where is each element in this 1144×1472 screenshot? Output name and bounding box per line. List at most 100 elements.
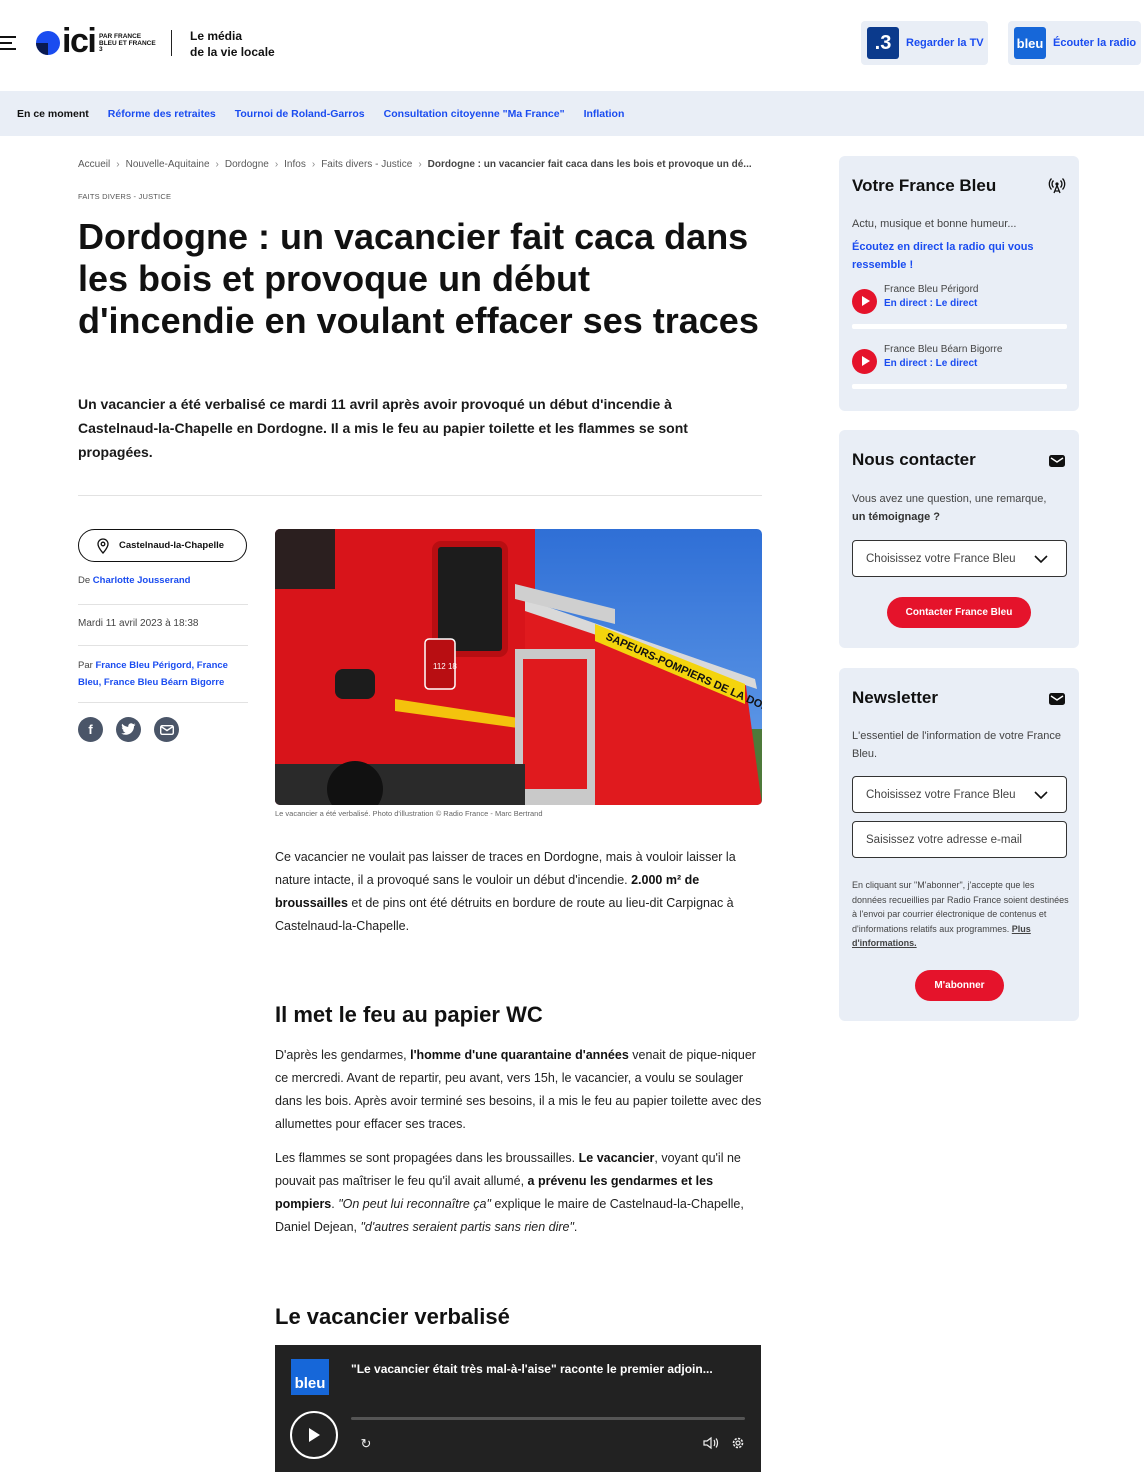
contact-station-select[interactable]: Choisissez votre France Bleu [852, 540, 1067, 577]
divider [78, 645, 248, 646]
text-run: Les flammes se sont propagées dans les b… [275, 1151, 579, 1165]
site-header: ici PAR FRANCE BLEU ET FRANCE 3 Le média… [0, 0, 1144, 91]
subscribe-button[interactable]: M'abonner [915, 970, 1004, 1001]
nav-item-roland-garros[interactable]: Tournoi de Roland-Garros [235, 108, 365, 120]
paragraph-3: Les flammes se sont propagées dans les b… [275, 1147, 762, 1239]
chevron-right-icon: › [311, 159, 316, 170]
newsletter-card-text: L'essentiel de l'information de votre Fr… [852, 730, 1062, 760]
contact-button[interactable]: Contacter France Bleu [887, 597, 1031, 628]
sources-prefix: Par [78, 660, 93, 671]
author-prefix: De [78, 575, 91, 586]
breadcrumb-current: Dordogne : un vacancier fait caca dans l… [427, 159, 752, 170]
settings-gear-icon[interactable] [730, 1436, 746, 1452]
text-run-italic: "On peut lui reconnaître ça" [338, 1197, 491, 1211]
logo-mark [36, 31, 60, 55]
audio-player: bleu "Le vacancier était très mal-à-l'ai… [275, 1345, 761, 1472]
ici-logo[interactable]: ici PAR FRANCE BLEU ET FRANCE 3 [36, 22, 156, 60]
breadcrumb: Accueil › Nouvelle-Aquitaine › Dordogne › Info… [78, 159, 762, 170]
station-name: France Bleu Béarn Bigorre [884, 344, 1003, 355]
topic-nav: En ce moment Réforme des retraites Tourn… [0, 91, 1144, 136]
breadcrumb-item[interactable]: Infos [284, 159, 306, 170]
tagline-line-2: de la vie locale [190, 45, 275, 59]
article-lead: Un vacancier a été verbalisé ce mardi 11… [78, 396, 688, 460]
station-progress [852, 324, 1067, 329]
chevron-right-icon: › [274, 159, 279, 170]
divider [78, 702, 248, 703]
nav-item-retraites[interactable]: Réforme des retraites [108, 108, 216, 120]
select-value: Choisissez votre France Bleu [866, 788, 1016, 801]
nav-item-ma-france[interactable]: Consultation citoyenne "Ma France" [384, 108, 565, 120]
facebook-icon[interactable]: f [78, 717, 103, 742]
chevron-down-icon [1034, 555, 1048, 564]
divider [78, 495, 762, 496]
location-pin-icon [97, 537, 109, 554]
text-run-italic: "d'autres seraient partis sans rien dire… [360, 1220, 574, 1234]
section-heading-2: Le vacancier verbalisé [275, 1304, 510, 1329]
location-tag[interactable]: Castelnaud-la-Chapelle [78, 529, 247, 562]
email-share-icon[interactable] [154, 717, 179, 742]
twitter-icon[interactable] [116, 717, 141, 742]
article-photo[interactable]: SAPEURS-POMPIERS DE LA DORDOGNE 112 18 [275, 529, 762, 805]
paragraph-2: D'après les gendarmes, l'homme d'une qua… [275, 1044, 762, 1136]
watch-tv-button[interactable]: .3 Regarder la TV [861, 21, 988, 65]
play-circle-icon[interactable] [852, 349, 877, 374]
station-name: France Bleu Périgord [884, 284, 979, 295]
breadcrumb-item[interactable]: Faits divers - Justice [321, 159, 412, 170]
breadcrumb-item[interactable]: Accueil [78, 159, 110, 170]
radio-card: Votre France Bleu Actu, musique et bonne… [839, 156, 1079, 411]
chevron-right-icon: › [418, 159, 422, 170]
chevron-right-icon: › [116, 159, 120, 170]
location-label: Castelnaud-la-Chapelle [119, 540, 225, 551]
play-icon [309, 1428, 320, 1442]
station-row-perigord[interactable]: France Bleu Périgord En direct : Le dire… [852, 284, 1067, 332]
audio-progress-bar[interactable] [351, 1417, 745, 1420]
logo-word: ici [62, 22, 97, 60]
breadcrumb-item[interactable]: Dordogne [225, 159, 269, 170]
listen-radio-label: Écouter la radio [1053, 37, 1137, 49]
volume-icon[interactable] [703, 1436, 719, 1452]
broadcast-icon [1048, 178, 1066, 194]
truck-phone: 112 18 [433, 662, 457, 671]
watch-tv-label: Regarder la TV [906, 37, 984, 49]
station-live: En direct : Le direct [884, 358, 978, 369]
newsletter-card-title: Newsletter [852, 688, 938, 707]
play-circle-icon[interactable] [852, 289, 877, 314]
tagline: Le média de la vie locale [190, 28, 275, 60]
legal-notice: En cliquant sur "M'abonner", j'accepte q… [852, 878, 1070, 951]
station-row-bearn-bigorre[interactable]: France Bleu Béarn Bigorre En direct : Le… [852, 344, 1067, 392]
contact-card-title: Nous contacter [852, 450, 976, 469]
tagline-line-1: Le média [190, 29, 243, 43]
share-bar: f [78, 717, 192, 742]
radio-card-text: Actu, musique et bonne humeur... [852, 218, 1017, 230]
nav-item-inflation[interactable]: Inflation [584, 108, 625, 120]
sources-links[interactable]: France Bleu Périgord, France Bleu, Franc… [78, 660, 228, 688]
email-placeholder: Saisissez votre adresse e-mail [866, 833, 1022, 846]
newsletter-station-select[interactable]: Choisissez votre France Bleu [852, 776, 1067, 813]
paragraph-1: Ce vacancier ne voulait pas laisser de t… [275, 846, 762, 938]
article-category[interactable]: FAITS DIVERS - JUSTICE [78, 192, 171, 201]
author-line: De Charlotte Jousserand [78, 575, 190, 586]
text-run-bold: l'homme d'une quarantaine d'années [410, 1048, 629, 1062]
nav-label-now: En ce moment [17, 107, 89, 120]
logo-subtitle: PAR FRANCE BLEU ET FRANCE 3 [99, 33, 156, 53]
radio-card-cta: Écoutez en direct la radio qui vous ress… [852, 241, 1034, 271]
station-progress [852, 384, 1067, 389]
replay-icon[interactable]: ↻ [358, 1436, 374, 1452]
newsletter-card: Newsletter L'essentiel de l'information … [839, 668, 1079, 1021]
author-link[interactable]: Charlotte Jousserand [93, 575, 191, 586]
radio-card-title: Votre France Bleu [852, 176, 997, 195]
listen-radio-button[interactable]: bleu Écouter la radio [1008, 21, 1141, 65]
email-field[interactable]: Saisissez votre adresse e-mail [852, 821, 1067, 858]
audio-title: "Le vacancier était très mal-à-l'aise" r… [351, 1362, 713, 1376]
article-title: Dordogne : un vacancier fait caca dans l… [78, 216, 759, 341]
mail-icon [1049, 693, 1065, 705]
chevron-right-icon: › [215, 159, 219, 170]
section-heading-1: Il met le feu au papier WC [275, 1002, 543, 1027]
contact-text-strong: un témoignage ? [852, 511, 940, 523]
menu-icon[interactable] [0, 36, 16, 50]
contact-card: Nous contacter Vous avez une question, u… [839, 430, 1079, 648]
breadcrumb-item[interactable]: Nouvelle-Aquitaine [126, 159, 210, 170]
contact-text: Vous avez une question, une remarque, [852, 493, 1047, 505]
mail-icon [1049, 455, 1065, 467]
play-button[interactable] [290, 1411, 338, 1459]
